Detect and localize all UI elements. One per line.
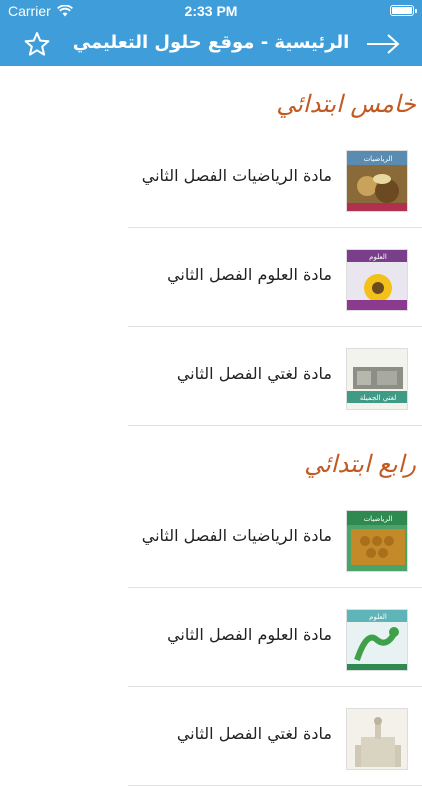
thumb-title: العلوم <box>369 613 387 621</box>
list-item[interactable]: مادة العلوم الفصل الثاني العلوم <box>128 229 422 327</box>
list-item-label: مادة العلوم الفصل الثاني <box>167 265 332 284</box>
list-item-label: مادة الرياضيات الفصل الثاني <box>141 166 332 185</box>
list-item-label: مادة العلوم الفصل الثاني <box>167 625 332 644</box>
clock: 2:33 PM <box>184 3 238 19</box>
list-item[interactable]: مادة الرياضيات الفصل الثاني الرياضيات <box>128 130 422 228</box>
list-item-label: مادة الرياضيات الفصل الثاني <box>141 526 332 545</box>
thumb-title: الرياضيات <box>364 515 393 523</box>
arrow-right-icon[interactable] <box>366 32 400 56</box>
thumb-title: لغتي الجميلة <box>360 394 397 402</box>
book-cover-thumbnail: الرياضيات <box>346 510 408 572</box>
battery-icon <box>390 5 417 16</box>
book-cover-thumbnail: العلوم <box>346 609 408 671</box>
nav-bar: الرئيسية - موقع حلول التعليمي <box>0 22 422 66</box>
list-item[interactable]: مادة الرياضيات الفصل الثاني الرياضيات <box>128 490 422 588</box>
list-item[interactable]: مادة لغتي الفصل الثاني لغتي الجميلة <box>128 328 422 426</box>
book-cover-thumbnail: الرياضيات <box>346 150 408 212</box>
list-item[interactable]: مادة العلوم الفصل الثاني العلوم <box>128 589 422 687</box>
book-cover-thumbnail <box>346 708 408 770</box>
section-title: خامس ابتدائي <box>276 90 416 118</box>
list-item[interactable]: مادة لغتي الفصل الثاني <box>128 688 422 786</box>
page-title: الرئيسية - موقع حلول التعليمي <box>72 32 350 53</box>
star-icon[interactable] <box>24 31 50 57</box>
thumb-title: العلوم <box>369 253 387 261</box>
section-title: رابع ابتدائي <box>304 450 416 478</box>
thumb-title: الرياضيات <box>364 155 393 163</box>
book-cover-thumbnail: العلوم <box>346 249 408 311</box>
list-item-label: مادة لغتي الفصل الثاني <box>176 364 332 383</box>
book-cover-thumbnail: لغتي الجميلة <box>346 348 408 410</box>
status-bar: Carrier 2:33 PM <box>0 0 422 22</box>
list-item-label: مادة لغتي الفصل الثاني <box>176 724 332 743</box>
